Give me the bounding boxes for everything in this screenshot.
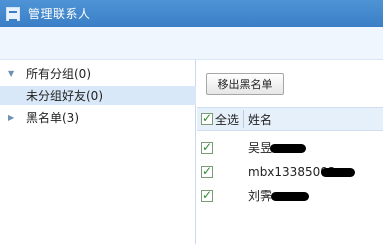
expand-right-icon[interactable]: ▶ (8, 113, 16, 122)
contact-name: 刘霁 (248, 189, 273, 203)
row-checkbox[interactable] (201, 140, 213, 154)
expand-down-icon[interactable]: ▼ (8, 69, 16, 78)
contact-row[interactable]: mbx13385003 (197, 161, 383, 182)
sidebar-item-ungrouped-friends[interactable]: 未分组好友(0) (0, 86, 196, 105)
group-sidebar: ▼ 所有分组(0) 未分组好友(0) ▶ 黑名单(3) (0, 60, 196, 244)
sidebar-item-blacklist[interactable]: ▶ 黑名单(3) (0, 108, 196, 127)
select-all-label[interactable]: 全选 (215, 111, 239, 128)
window-title: 管理联系人 (28, 7, 91, 21)
select-all-checkbox[interactable] (201, 111, 213, 125)
sidebar-item-all-groups[interactable]: ▼ 所有分组(0) (0, 64, 196, 83)
row-checkbox[interactable] (201, 164, 213, 178)
toolbar-area (0, 27, 383, 60)
column-divider (243, 110, 245, 128)
list-header: 全选 姓名 (197, 107, 383, 131)
sidebar-item-label: 所有分组(0) (26, 67, 91, 81)
sidebar-item-label: 未分组好友(0) (26, 89, 103, 103)
redaction-mark (321, 168, 355, 177)
redaction-mark (271, 192, 309, 201)
sidebar-item-label: 黑名单(3) (26, 111, 79, 125)
contacts-app-icon (6, 6, 20, 21)
title-bar: 管理联系人 (0, 0, 383, 27)
remove-from-blacklist-button[interactable]: 移出黑名单 (206, 73, 284, 95)
contact-name: 吴昱 (248, 141, 273, 155)
contact-row[interactable]: 吴昱 (197, 137, 383, 158)
row-checkbox[interactable] (201, 188, 213, 202)
redaction-mark (270, 144, 306, 153)
contact-row[interactable]: 刘霁 (197, 185, 383, 206)
name-column-header[interactable]: 姓名 (248, 111, 272, 128)
contact-list-panel: 移出黑名单 全选 姓名 吴昱 mbx13385003 刘霁 (197, 60, 383, 244)
